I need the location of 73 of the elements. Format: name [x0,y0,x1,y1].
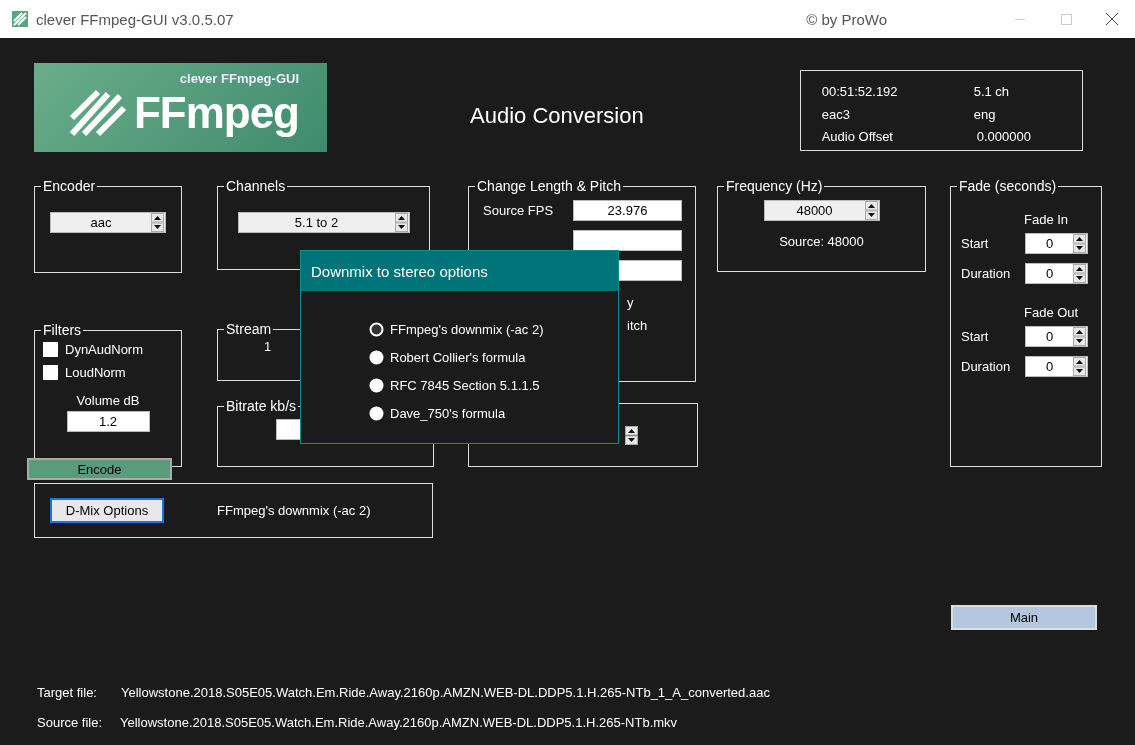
group-title: Bitrate kb/s [225,398,298,414]
logo-wordmark: FFmpeg [133,88,299,138]
radio-option[interactable]: Robert Collier's formula [369,343,618,371]
radio-button[interactable] [369,405,384,421]
info-value: eng [973,106,997,124]
spin-arrows-icon[interactable] [864,201,878,220]
info-label: eac3 [821,106,851,124]
spin-arrows-icon[interactable] [1073,357,1086,376]
encode-button[interactable]: Encode [27,458,172,480]
spin-arrows-icon[interactable] [394,213,408,232]
field-label: Start [961,236,990,251]
fade-heading: Fade Out [1024,305,1079,320]
file-name: Yellowstone.2018.S05E05.Watch.Em.Ride.Away.2160p.AMZN.WEB-DL.DDP5.1.H.265-NTb.mkv [120,715,678,730]
spin-arrows-icon[interactable] [1073,264,1086,283]
radio-option[interactable]: RFC 7845 Section 5.1.1.5 [369,371,618,399]
spin-field[interactable]: aac [50,212,166,233]
volume-field[interactable]: 1.2 [66,411,150,432]
spin-arrows-icon[interactable] [1073,327,1086,346]
source-fps-field[interactable]: 23.976 [573,200,682,221]
spin-field[interactable]: 5.1 to 2 [237,212,410,233]
group-title: Fade (seconds) [958,178,1058,194]
option-text: itch [627,318,648,333]
group-title: Stream [225,321,273,337]
field-label: Duration [961,359,1012,374]
dialog-title: Downmix to stereo options [301,251,618,291]
field-label: Source FPS [483,203,555,218]
info-value: 5.1 ch [973,84,1011,101]
spin-field[interactable]: 0 [1025,326,1088,347]
window-title: clever FFmpeg-GUI v3.0.5.07 [36,10,234,28]
checkbox[interactable] [43,342,58,357]
source-frequency: Source: 48000 [779,234,864,249]
checkbox-label: LoudNorm [65,365,126,380]
spin-field[interactable]: 0 [1025,356,1088,377]
option-text: y [627,295,634,310]
logo-mark-icon [67,88,128,138]
d-mix-options-button[interactable]: D-Mix Options [50,498,164,523]
target-fps-field[interactable] [573,230,682,251]
logo-caption: clever FFmpeg-GUI [179,71,299,86]
spin-field[interactable]: 0 [1025,263,1088,284]
info-label: 00:51:52.192 [821,84,899,101]
app-icon [12,11,28,27]
radio-button[interactable] [369,321,384,337]
radio-option[interactable]: Dave_750's formula [369,399,618,427]
close-icon[interactable] [1106,13,1118,25]
volume-label: Volume dB [76,393,140,408]
checkbox[interactable] [43,365,58,380]
credit-text: © by ProWo [806,10,887,28]
field-label: Start [961,329,990,344]
radio-button[interactable] [369,377,384,393]
checkbox-label: DynAudNorm [65,342,144,357]
file-name: Yellowstone.2018.S05E05.Watch.Em.Ride.Away.2160p.AMZN.WEB-DL.DDP5.1.H.265-NTb_1_A_converted.aac [121,685,770,700]
page-heading: Audio Conversion [470,103,644,129]
stream-value: 1 [264,339,272,354]
spin-field[interactable]: 48000 [763,200,880,221]
spin-arrows-icon[interactable] [1073,234,1086,253]
fade-heading: Fade In [1024,212,1069,227]
info-value: 0.000000 [976,129,1032,147]
group-title: Filters [42,322,83,338]
main-button[interactable]: Main [951,605,1097,630]
file-label: Target file: [37,685,98,700]
group-title: Frequency (Hz) [725,178,824,194]
downmix-value: FFmpeg's downmix (-ac 2) [217,503,371,518]
info-label: Audio Offset [821,129,894,147]
spin-arrows-icon[interactable] [625,425,638,445]
field-label: Duration [961,266,1012,281]
group-title: Channels [225,178,287,194]
spin-field[interactable]: 0 [1025,233,1088,254]
spin-arrows-icon[interactable] [151,213,164,232]
radio-button[interactable] [369,349,384,365]
file-label: Source file: [37,715,104,730]
radio-option[interactable]: FFmpeg's downmix (-ac 2) [369,315,618,343]
group-title: Encoder [42,178,97,194]
group-title: Change Length & Pitch [476,178,622,194]
